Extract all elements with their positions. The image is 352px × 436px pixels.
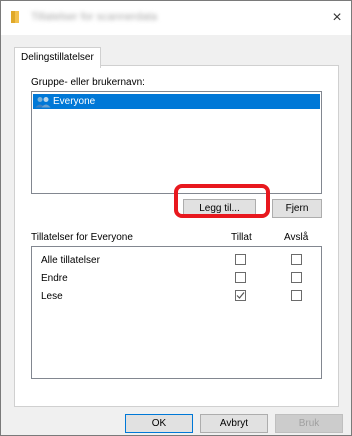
- apply-button[interactable]: Bruk: [275, 414, 343, 433]
- remove-button[interactable]: Fjern: [272, 199, 322, 218]
- window-title: Tillatelser for scannerdata: [31, 11, 158, 23]
- permissions-list: Alle tillatelser Endre Lese: [31, 246, 322, 379]
- deny-column-header: Avslå: [284, 232, 309, 243]
- permission-name: Alle tillatelser: [41, 255, 100, 266]
- permissions-header: Tillatelser for Everyone: [31, 232, 133, 243]
- allow-checkbox-change[interactable]: [235, 272, 246, 283]
- permission-name: Endre: [41, 273, 68, 284]
- permission-row: Endre: [32, 271, 321, 287]
- deny-checkbox-all[interactable]: [291, 254, 302, 265]
- allow-checkbox-all[interactable]: [235, 254, 246, 265]
- allow-column-header: Tillat: [231, 232, 252, 243]
- list-item-everyone[interactable]: Everyone: [33, 94, 320, 109]
- deny-checkbox-change[interactable]: [291, 272, 302, 283]
- deny-checkbox-read[interactable]: [291, 290, 302, 301]
- group-list-label: Gruppe- eller brukernavn:: [31, 77, 145, 88]
- checkmark-icon: [236, 292, 245, 299]
- permission-name: Lese: [41, 291, 63, 302]
- list-item-label: Everyone: [53, 96, 96, 107]
- users-icon: [35, 96, 51, 108]
- ok-button[interactable]: OK: [125, 414, 193, 433]
- add-button-highlight: [174, 184, 270, 218]
- tab-panel: Gruppe- eller brukernavn: Everyone Legg …: [14, 65, 339, 407]
- allow-checkbox-read[interactable]: [235, 290, 246, 301]
- permissions-dialog: Tillatelser for scannerdata × Delingstil…: [0, 0, 352, 436]
- folder-icon: [11, 11, 19, 23]
- cancel-button[interactable]: Avbryt: [200, 414, 268, 433]
- close-icon: ×: [332, 9, 342, 26]
- permission-row: Lese: [32, 289, 321, 305]
- tab-sharing-permissions[interactable]: Delingstillatelser: [14, 47, 101, 68]
- title-bar: Tillatelser for scannerdata ×: [1, 1, 351, 35]
- close-button[interactable]: ×: [323, 1, 351, 35]
- group-list[interactable]: Everyone: [31, 91, 322, 194]
- permission-row: Alle tillatelser: [32, 253, 321, 269]
